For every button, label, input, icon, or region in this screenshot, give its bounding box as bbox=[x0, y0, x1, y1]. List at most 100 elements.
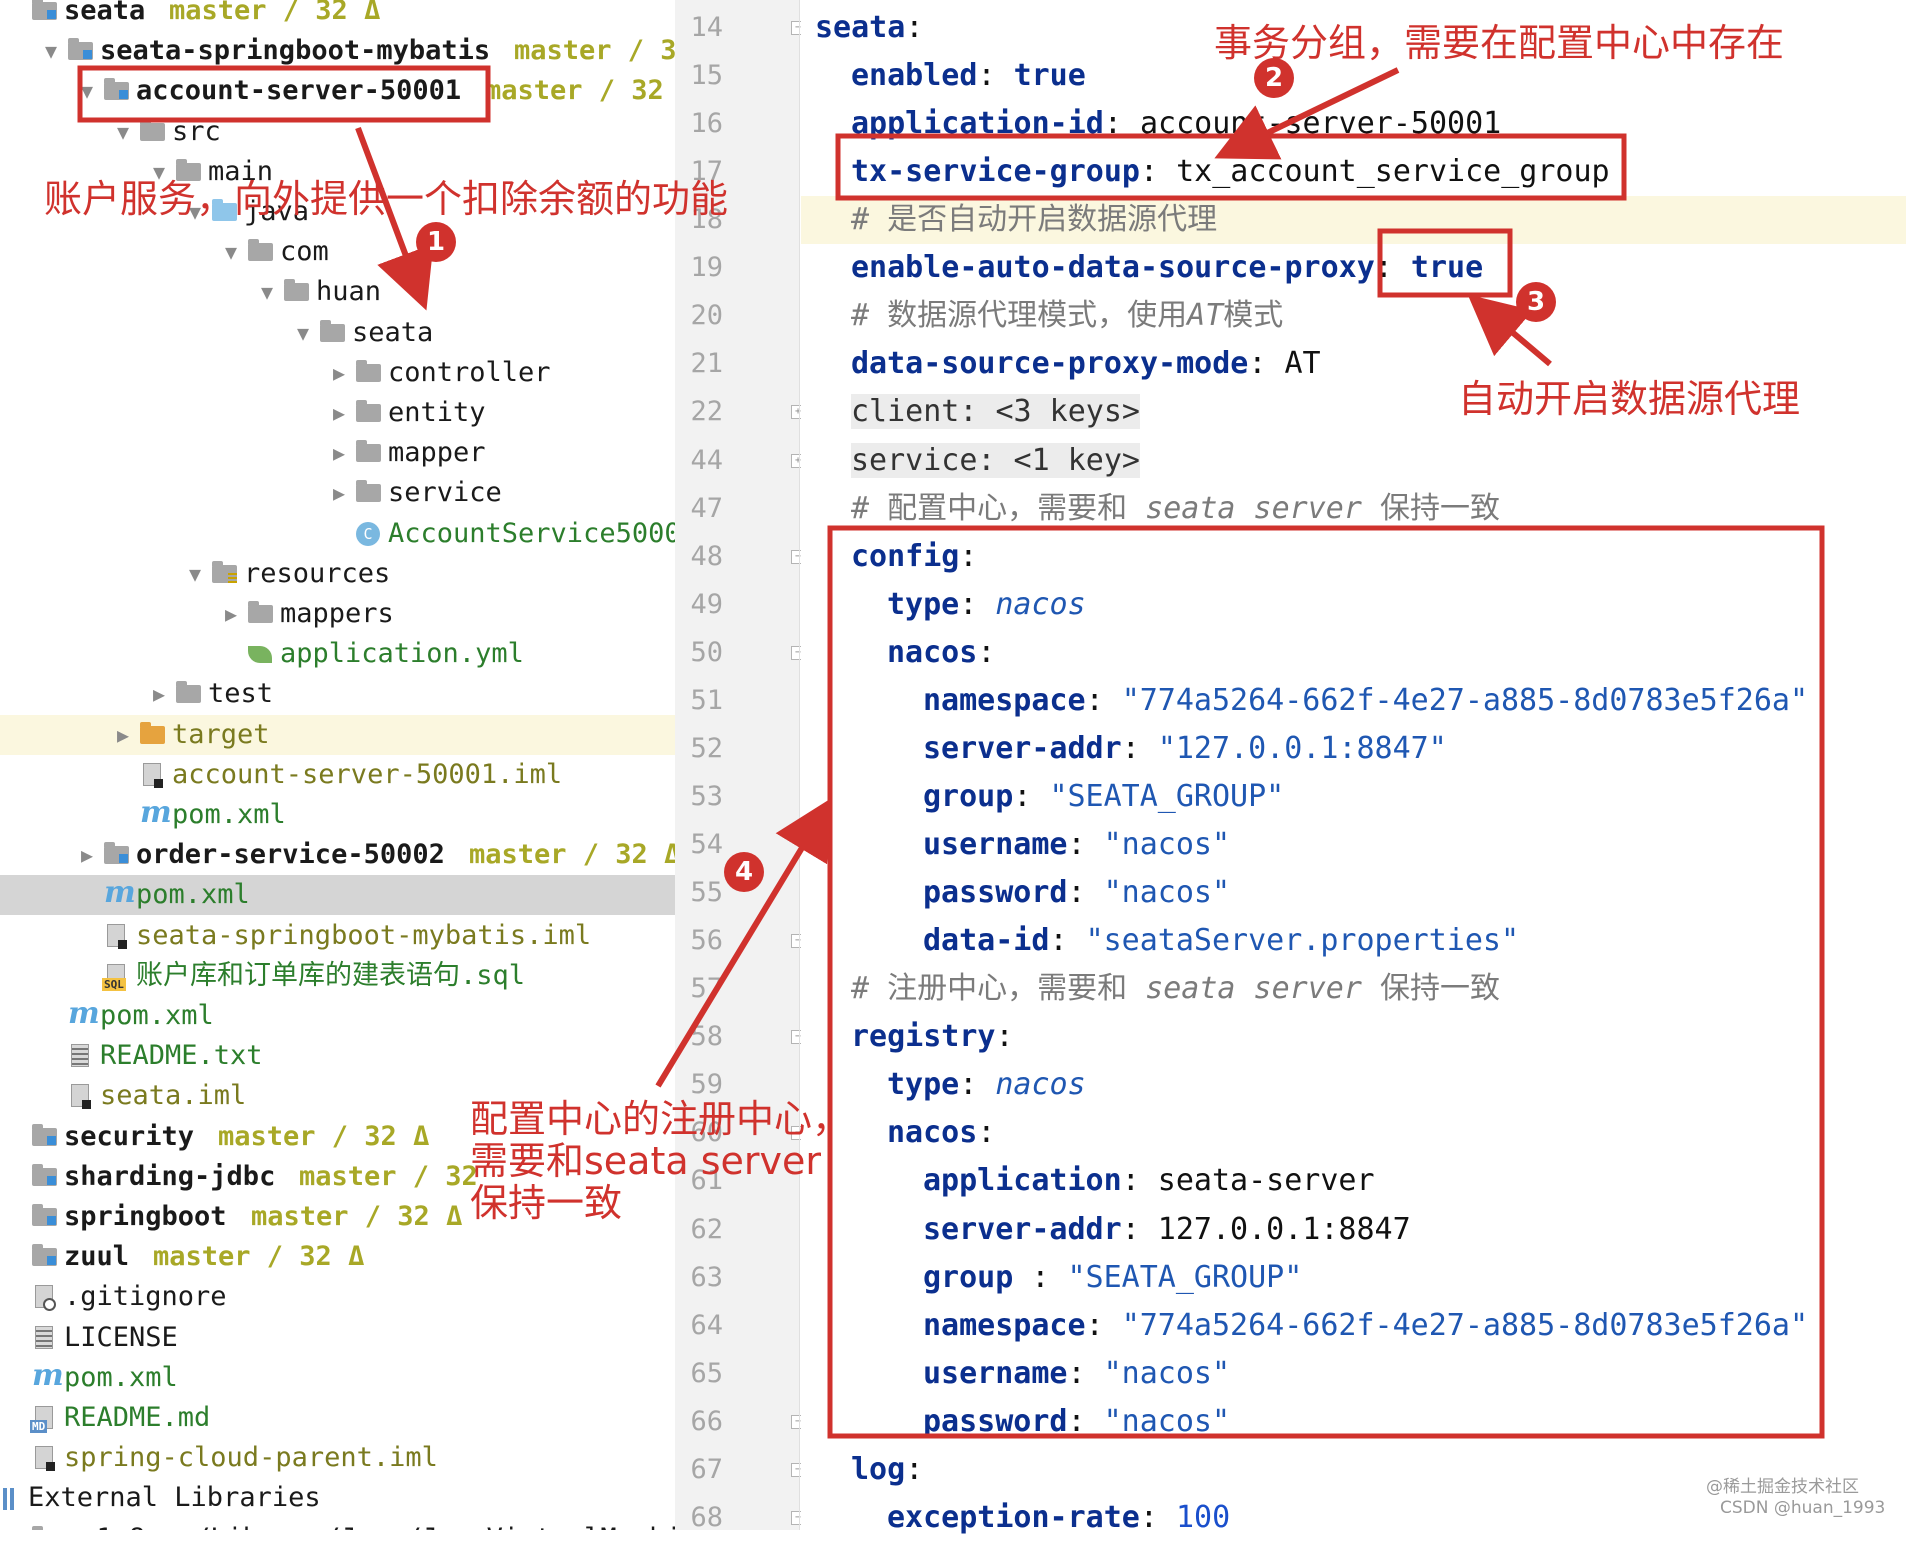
code-line[interactable]: # 配置中心，需要和 seata server 保持一致 bbox=[801, 485, 1906, 533]
tree-row[interactable]: ▼ account-server-50001 master / 32 Δ bbox=[0, 71, 675, 111]
folded-block[interactable]: service: <1 key> bbox=[851, 442, 1140, 478]
line-number: 49 bbox=[690, 588, 723, 620]
code-line[interactable]: application-id: account-server-50001 bbox=[801, 100, 1906, 148]
tree-row[interactable]: seata-springboot-mybatis.iml bbox=[0, 916, 675, 956]
collapse-arrow-icon[interactable]: ▶ bbox=[328, 473, 350, 513]
tree-row[interactable]: m pom.xml bbox=[0, 1358, 675, 1398]
expand-arrow-icon[interactable]: ▼ bbox=[112, 112, 134, 152]
watermark-juejin: @稀土掘金技术社区 bbox=[1706, 1477, 1859, 1497]
tree-row[interactable]: ▼ seata-springboot-mybatis master / 32 bbox=[0, 31, 675, 71]
tree-row[interactable]: ▶ service bbox=[0, 473, 675, 513]
line-number: 21 bbox=[690, 348, 723, 380]
tree-row[interactable]: LICENSE bbox=[0, 1318, 675, 1358]
code-line[interactable]: username: "nacos" bbox=[801, 821, 1906, 869]
yaml-token: : bbox=[1121, 730, 1158, 766]
code-line[interactable]: type: nacos bbox=[801, 581, 1906, 629]
code-line[interactable]: group : "SEATA_GROUP" bbox=[801, 1254, 1906, 1302]
expand-arrow-icon[interactable]: ▼ bbox=[292, 313, 314, 353]
tree-row[interactable]: ▶ controller bbox=[0, 353, 675, 393]
code-line[interactable]: # 注册中心，需要和 seata server 保持一致 bbox=[801, 965, 1906, 1013]
tree-row[interactable]: ▼ huan bbox=[0, 272, 675, 312]
tree-row[interactable]: MD README.md bbox=[0, 1398, 675, 1438]
tree-row[interactable]: ▶ test bbox=[0, 674, 675, 714]
collapse-arrow-icon[interactable]: ▶ bbox=[220, 594, 242, 634]
code-line[interactable]: password: "nacos" bbox=[801, 869, 1906, 917]
tree-item-label: resources bbox=[244, 557, 391, 589]
expand-arrow-icon[interactable]: ▼ bbox=[184, 554, 206, 594]
tree-row[interactable]: ▼ src bbox=[0, 112, 675, 152]
collapse-arrow-icon[interactable]: ▶ bbox=[4, 1519, 26, 1530]
code-line[interactable]: nacos: bbox=[801, 1109, 1906, 1157]
tree-row[interactable]: account-server-50001.iml bbox=[0, 755, 675, 795]
code-line[interactable]: namespace: "774a5264-662f-4e27-a885-8d07… bbox=[801, 677, 1906, 725]
expand-arrow-icon[interactable]: ▼ bbox=[76, 71, 98, 111]
yaml-key: seata bbox=[815, 10, 906, 45]
code-line[interactable]: data-id: "seataServer.properties" bbox=[801, 917, 1906, 965]
line-number: 65 bbox=[690, 1357, 723, 1389]
code-line[interactable]: username: "nacos" bbox=[801, 1350, 1906, 1398]
collapse-arrow-icon[interactable]: ▶ bbox=[148, 674, 170, 714]
code-line[interactable]: nacos: bbox=[801, 629, 1906, 677]
tree-row[interactable]: m pom.xml bbox=[0, 875, 675, 916]
yaml-key: config bbox=[851, 538, 960, 574]
tree-row[interactable]: ▼ com bbox=[0, 232, 675, 272]
code-line[interactable]: tx-service-group: tx_account_service_gro… bbox=[801, 148, 1906, 196]
code-line[interactable]: enable-auto-data-source-proxy: true bbox=[801, 244, 1906, 292]
folder-icon bbox=[30, 1519, 60, 1530]
tree-row[interactable]: application.yml bbox=[0, 634, 675, 674]
collapse-arrow-icon[interactable]: ▶ bbox=[76, 835, 98, 875]
tree-row[interactable]: zuul master / 32 Δ bbox=[0, 1237, 675, 1277]
tree-item-label: zuul bbox=[64, 1241, 130, 1273]
yaml-key: enabled bbox=[851, 58, 978, 94]
code-line[interactable]: application: seata-server bbox=[801, 1157, 1906, 1205]
code-editor[interactable]: seata: enabled: true application-id: accou… bbox=[801, 0, 1906, 1535]
tree-row[interactable]: spring-cloud-parent.iml bbox=[0, 1438, 675, 1478]
tree-row[interactable]: m pom.xml bbox=[0, 795, 675, 835]
tree-row[interactable]: ▶ target bbox=[0, 714, 675, 755]
yaml-token: : bbox=[995, 1019, 1014, 1055]
project-tree-panel[interactable]: seata master / 32 Δ ▼ seata-springboot-myba… bbox=[0, 0, 675, 1530]
collapse-arrow-icon[interactable]: ▶ bbox=[112, 715, 134, 755]
tree-row[interactable]: ▶ mappers bbox=[0, 594, 675, 634]
code-line[interactable]: # 是否自动开启数据源代理 bbox=[801, 196, 1906, 245]
code-line[interactable]: registry: bbox=[801, 1013, 1906, 1061]
tree-row[interactable]: .gitignore bbox=[0, 1277, 675, 1317]
collapse-arrow-icon[interactable]: ▶ bbox=[328, 393, 350, 433]
code-line[interactable]: type: nacos bbox=[801, 1061, 1906, 1109]
tree-row[interactable]: m pom.xml bbox=[0, 996, 675, 1036]
code-line[interactable]: server-addr: "127.0.0.1:8847" bbox=[801, 725, 1906, 773]
code-line[interactable]: group: "SEATA_GROUP" bbox=[801, 773, 1906, 821]
tree-row[interactable]: ▼ resources bbox=[0, 554, 675, 594]
tree-row[interactable]: ▶ < 1.8 > /Library/Java/JavaVirtualMachi bbox=[0, 1519, 675, 1530]
yaml-file-icon bbox=[246, 634, 276, 674]
yaml-token: : bbox=[905, 1451, 924, 1487]
tree-row[interactable]: README.txt bbox=[0, 1036, 675, 1076]
code-line[interactable]: config: bbox=[801, 533, 1906, 581]
collapse-arrow-icon[interactable]: ▶ bbox=[328, 433, 350, 473]
tree-item-label: pom.xml bbox=[172, 799, 286, 830]
vcs-branch-status: master / 32 Δ bbox=[169, 0, 381, 26]
tree-row[interactable]: SQL 账户库和订单库的建表语句.sql bbox=[0, 956, 675, 996]
collapse-arrow-icon[interactable]: ▶ bbox=[328, 353, 350, 393]
tree-row[interactable]: seata master / 32 Δ bbox=[0, 0, 675, 31]
expand-arrow-icon[interactable]: ▼ bbox=[220, 232, 242, 272]
code-line[interactable]: server-addr: 127.0.0.1:8847 bbox=[801, 1206, 1906, 1254]
expand-arrow-icon[interactable]: ▼ bbox=[256, 272, 278, 312]
code-line[interactable]: # 数据源代理模式，使用AT模式 bbox=[801, 292, 1906, 340]
yaml-token: "nacos" bbox=[1103, 1355, 1231, 1391]
code-line[interactable]: password: "nacos" bbox=[801, 1398, 1906, 1446]
yaml-token: : account-server-50001 bbox=[1103, 106, 1502, 142]
yaml-token: : bbox=[1067, 1403, 1104, 1439]
folded-block[interactable]: client: <3 keys> bbox=[851, 394, 1140, 430]
yaml-key: enable-auto-data-source-proxy bbox=[851, 250, 1375, 286]
tree-row[interactable]: ▶ entity bbox=[0, 393, 675, 433]
line-number: 52 bbox=[690, 732, 723, 764]
tree-row[interactable]: ▶ mapper bbox=[0, 433, 675, 473]
tree-row[interactable]: ▼ seata bbox=[0, 313, 675, 353]
tree-row[interactable]: External Libraries bbox=[0, 1478, 675, 1518]
code-line[interactable]: service: <1 key> bbox=[801, 437, 1906, 485]
expand-arrow-icon[interactable]: ▼ bbox=[40, 31, 62, 71]
code-line[interactable]: namespace: "774a5264-662f-4e27-a885-8d07… bbox=[801, 1302, 1906, 1350]
tree-row[interactable]: C AccountService50001 bbox=[0, 514, 675, 554]
tree-row[interactable]: ▶ order-service-50002 master / 32 Δ bbox=[0, 835, 675, 875]
